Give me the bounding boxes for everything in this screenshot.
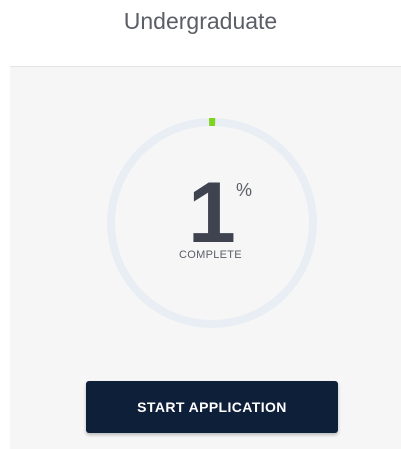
progress-card: 1 % COMPLETE START APPLICATION bbox=[10, 66, 401, 449]
application-progress-page: Undergraduate 1 % COMPLETE START APPLICA… bbox=[0, 0, 401, 449]
progress-percent-value: 1 bbox=[188, 165, 236, 261]
start-application-button[interactable]: START APPLICATION bbox=[86, 381, 338, 433]
progress-complete-label: COMPLETE bbox=[179, 249, 242, 261]
page-title: Undergraduate bbox=[123, 8, 278, 34]
progress-percent-sign: % bbox=[236, 180, 253, 200]
